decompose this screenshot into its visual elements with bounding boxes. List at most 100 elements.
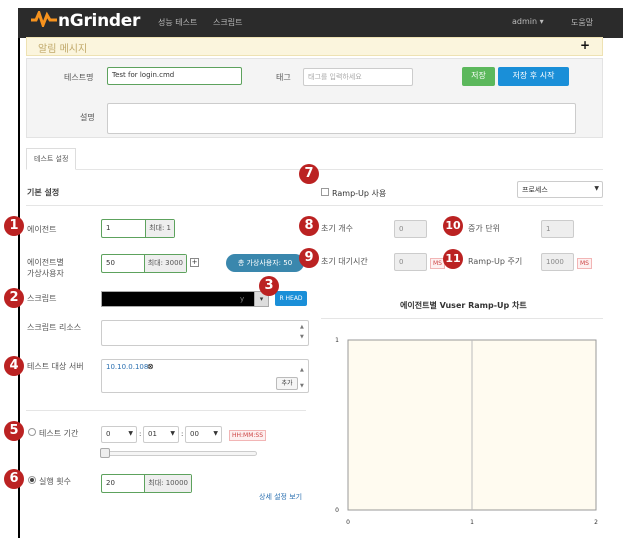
rampup-checkbox[interactable] xyxy=(321,188,329,196)
chevron-down-icon: ▼ xyxy=(170,430,175,437)
annotation-badge: 2 xyxy=(4,288,24,308)
target-server-scrollbar[interactable]: ▲ ▼ xyxy=(300,362,304,394)
target-server-value[interactable]: 10.10.0.108 xyxy=(106,363,148,371)
annotation-badge: 11 xyxy=(443,249,463,269)
test-name-label: 테스트명 xyxy=(64,73,94,82)
chart-y-tick-label: 0 xyxy=(335,507,339,514)
nav-help[interactable]: 도움말 xyxy=(571,17,593,28)
duration-radio[interactable] xyxy=(28,428,36,436)
annotation-badge: 4 xyxy=(4,356,24,376)
tab-test-settings[interactable]: 테스트 설정 xyxy=(26,148,77,170)
rampup-mode-select[interactable]: 프로세스 ▼ xyxy=(517,181,603,198)
tag-label: 태그 xyxy=(276,73,291,82)
vuser-input-group: 50 최대: 3000 xyxy=(101,254,187,273)
script-label: 스크립트 xyxy=(27,294,57,303)
chart-x-tick-label: 2 xyxy=(594,519,598,526)
chart-x-tick-label: 1 xyxy=(470,519,474,526)
nav-performance-test[interactable]: 성능 테스트 xyxy=(158,17,197,28)
rampup-label: Ramp-Up 사용 xyxy=(332,189,387,198)
duration-seconds-value: 00 xyxy=(190,430,199,438)
chevron-down-icon: ▼ xyxy=(128,430,133,437)
test-name-input[interactable]: Test for login.cmd xyxy=(107,67,242,85)
agent-max: 최대: 1 xyxy=(145,220,174,237)
vuser-max: 최대: 3000 xyxy=(143,255,186,272)
vuser-expand-button[interactable]: + xyxy=(190,258,199,267)
section-divider-2 xyxy=(26,410,306,411)
initial-sleep-label: 초기 대기시간 xyxy=(321,257,368,266)
description-label: 설명 xyxy=(80,113,95,122)
save-button[interactable]: 저장 xyxy=(462,67,495,86)
annotation-badge: 3 xyxy=(259,276,279,296)
initial-count-input[interactable]: 0 xyxy=(394,220,427,238)
vuser-label-line2: 가상사용자 xyxy=(27,269,64,278)
rampup-mode-value: 프로세스 xyxy=(522,186,548,194)
app-logo[interactable]: nGrinder xyxy=(58,11,140,31)
increment-label: 증가 단위 xyxy=(468,224,500,233)
annotation-badge: 5 xyxy=(4,421,24,441)
run-count-label: 실행 횟수 xyxy=(39,477,71,486)
section-divider xyxy=(26,205,603,206)
rampup-interval-unit: MS xyxy=(577,258,592,269)
rampup-interval-label: Ramp-Up 주기 xyxy=(468,257,523,266)
agent-input-group: 1 최대: 1 xyxy=(101,219,175,238)
rampup-interval-input[interactable]: 1000 xyxy=(541,253,574,271)
duration-hours-value: 0 xyxy=(106,430,111,438)
target-server-label: 테스트 대상 서버 xyxy=(27,362,84,371)
script-resource-label: 스크립트 리소스 xyxy=(27,323,82,332)
rampup-chart: 0 1 2 0 1 xyxy=(335,337,598,526)
remove-server-icon[interactable]: ⊗ xyxy=(147,362,154,371)
vuser-input[interactable]: 50 xyxy=(102,255,144,272)
logo-wave-icon xyxy=(31,11,57,27)
run-count-max: 최대: 10000 xyxy=(144,475,191,492)
advanced-settings-link[interactable]: 상세 설정 보기 xyxy=(259,492,302,502)
duration-slider[interactable] xyxy=(101,451,257,456)
duration-minutes-select[interactable]: 01 ▼ xyxy=(143,426,179,443)
basic-settings-heading: 기본 설정 xyxy=(27,188,60,197)
radio-dot xyxy=(30,478,34,482)
annotation-badge: 10 xyxy=(443,216,463,236)
script-resource-scrollbar[interactable]: ▲ ▼ xyxy=(300,322,304,342)
chart-divider xyxy=(321,318,603,319)
vuser-label-line1: 에이전트별 xyxy=(27,258,64,267)
script-select[interactable]: y ▾ xyxy=(101,291,269,307)
duration-seconds-select[interactable]: 00 ▼ xyxy=(185,426,222,443)
chart-title: 에이전트별 Vuser Ramp-Up 차트 xyxy=(400,301,527,310)
chevron-down-icon: ▼ xyxy=(213,430,218,437)
description-textarea[interactable] xyxy=(107,103,576,134)
increment-input[interactable]: 1 xyxy=(541,220,574,238)
nav-script[interactable]: 스크립트 xyxy=(213,17,242,28)
run-count-input-group: 20 최대: 10000 xyxy=(101,474,192,493)
save-and-start-button[interactable]: 저장 후 시작 xyxy=(498,67,569,86)
time-separator: : xyxy=(139,430,142,438)
initial-sleep-input[interactable]: 0 xyxy=(394,253,427,271)
duration-minutes-value: 01 xyxy=(148,430,157,438)
annotation-badge: 6 xyxy=(4,469,24,489)
initial-count-label: 초기 개수 xyxy=(321,224,353,233)
run-count-input[interactable]: 20 xyxy=(102,475,144,492)
agent-label: 에이전트 xyxy=(27,225,57,234)
notice-bar xyxy=(26,37,603,56)
duration-slider-handle[interactable] xyxy=(100,448,110,458)
annotation-badge: 9 xyxy=(299,248,319,268)
notice-expand-button[interactable]: + xyxy=(580,38,590,52)
run-count-radio[interactable] xyxy=(28,476,36,484)
add-server-button[interactable]: 추가 xyxy=(276,377,298,390)
annotation-badge: 1 xyxy=(4,216,24,236)
script-resource-list[interactable] xyxy=(101,320,309,346)
annotation-badge: 7 xyxy=(299,164,319,184)
duration-label: 테스트 기간 xyxy=(39,429,79,438)
total-vusers-badge: 총 가상사용자: 50 xyxy=(226,254,304,272)
time-separator: : xyxy=(181,430,184,438)
tag-input[interactable]: 태그를 입력하세요 xyxy=(303,68,413,86)
script-head-button[interactable]: R HEAD xyxy=(275,291,307,306)
duration-hours-select[interactable]: 0 ▼ xyxy=(101,426,137,443)
agent-input[interactable]: 1 xyxy=(102,220,145,237)
chevron-down-icon: ▼ xyxy=(594,185,599,192)
chart-y-tick-label: 1 xyxy=(335,337,339,344)
chart-x-tick-label: 0 xyxy=(346,519,350,526)
user-menu[interactable]: admin ▾ xyxy=(512,17,544,26)
script-name-suffix: y xyxy=(240,295,245,303)
duration-format-hint: HH:MM:SS xyxy=(229,430,267,441)
annotation-badge: 8 xyxy=(299,216,319,236)
notice-title: 알림 메시지 xyxy=(38,44,88,55)
